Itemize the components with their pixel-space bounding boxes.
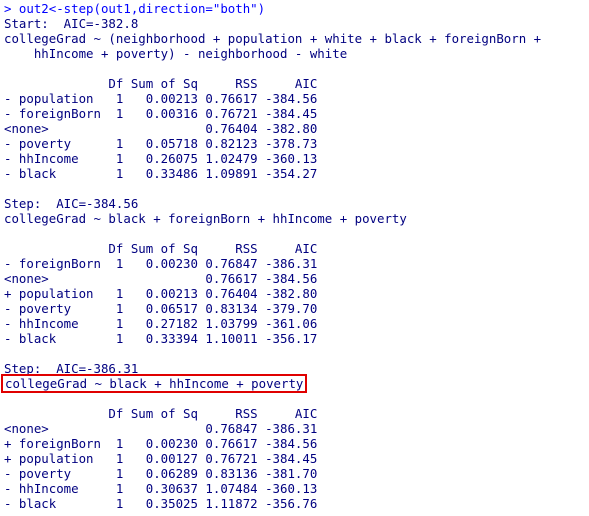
console-output-line: collegeGrad ~ (neighborhood + population… — [4, 31, 542, 46]
console-command-line: > out2<-step(out1,direction="both") — [4, 1, 266, 16]
console-output-line: Df Sum of Sq RSS AIC — [4, 406, 318, 421]
console-output-line: + population 1 0.00127 0.76721 -384.45 — [4, 451, 318, 466]
console-output-line: + population 1 0.00213 0.76404 -382.80 — [4, 286, 318, 301]
console-output-line: - hhIncome 1 0.27182 1.03799 -361.06 — [4, 316, 318, 331]
console-output-line: - poverty 1 0.06289 0.83136 -381.70 — [4, 466, 318, 481]
console-output-line: - hhIncome 1 0.26075 1.02479 -360.13 — [4, 151, 318, 166]
highlighted-formula: collegeGrad ~ black + hhIncome + poverty — [1, 374, 308, 393]
console-output-line: - poverty 1 0.06517 0.83134 -379.70 — [4, 301, 318, 316]
console-output-line: - poverty 1 0.05718 0.82123 -378.73 — [4, 136, 318, 151]
console-output-line: - hhIncome 1 0.30637 1.07484 -360.13 — [4, 481, 318, 496]
console-output-line: hhIncome + poverty) - neighborhood - whi… — [4, 46, 348, 61]
console-output-line: - black 1 0.33394 1.10011 -356.17 — [4, 331, 318, 346]
console-output-line: Step: AIC=-384.56 — [4, 196, 139, 211]
console-output-line: collegeGrad ~ black + hhIncome + poverty — [1, 374, 589, 393]
r-console-output[interactable]: > out2<-step(out1,direction="both") Start… — [1, 1, 589, 516]
console-output-line: <none> 0.76617 -384.56 — [4, 271, 318, 286]
console-output-line: Start: AIC=-382.8 — [4, 16, 139, 31]
console-output-line: - black 1 0.33486 1.09891 -354.27 — [4, 166, 318, 181]
console-output-line: - population 1 0.00213 0.76617 -384.56 — [4, 91, 318, 106]
console-output-line: Df Sum of Sq RSS AIC — [4, 241, 318, 256]
console-output-line: - foreignBorn 1 0.00230 0.76847 -386.31 — [4, 256, 318, 271]
console-output-line: <none> 0.76847 -386.31 — [4, 421, 318, 436]
console-output-line: Df Sum of Sq RSS AIC — [4, 76, 318, 91]
console-output-line: - black 1 0.35025 1.11872 -356.76 — [4, 496, 318, 511]
console-output-line: - foreignBorn 1 0.00316 0.76721 -384.45 — [4, 106, 318, 121]
console-output-line: + foreignBorn 1 0.00230 0.76617 -384.56 — [4, 436, 318, 451]
console-output-line: <none> 0.76404 -382.80 — [4, 121, 318, 136]
console-output-line: collegeGrad ~ black + foreignBorn + hhIn… — [4, 211, 407, 226]
